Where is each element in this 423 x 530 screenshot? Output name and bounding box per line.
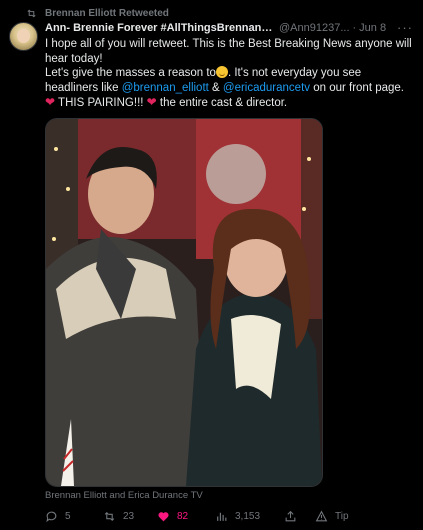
- tweet-text-segment: the entire cast & director.: [156, 97, 288, 109]
- views-chart-icon: [217, 512, 227, 521]
- photo-illustration: [46, 119, 322, 486]
- tweet-text-segment: Let's give the masses a reason to: [45, 67, 216, 79]
- tweet-text-line1: I hope all of you will retweet. This is …: [45, 38, 412, 65]
- reply-icon: [46, 511, 57, 523]
- separator-dot: ·: [352, 22, 357, 34]
- mention-link-brennan[interactable]: @brennan_elliott: [122, 82, 209, 94]
- tweet-text-segment: THIS PAIRING!!!: [55, 97, 147, 109]
- tip-label: Tip: [335, 511, 349, 522]
- retweet-row: Brennan Elliott Retweeted: [26, 6, 169, 20]
- mention-link-erica[interactable]: @ericadurancetv: [223, 82, 310, 94]
- smiling-face-emoji-icon: [215, 66, 228, 78]
- retweet-count: 23: [123, 511, 135, 522]
- views-count: 3,153: [235, 511, 261, 522]
- retweet-button[interactable]: 23: [103, 510, 134, 523]
- red-heart-emoji-icon: ❤: [146, 95, 157, 109]
- display-name[interactable]: Ann- Brennie Forever #AllThingsBrennanEl…: [45, 22, 275, 34]
- tweet-actions: 5 23 82 3,153 Tip: [45, 510, 415, 524]
- like-count: 82: [177, 511, 189, 522]
- media-caption: Brennan Elliott and Erica Durance TV: [45, 490, 203, 501]
- like-button[interactable]: 82: [157, 510, 188, 523]
- red-heart-emoji-icon: ❤: [45, 95, 56, 109]
- reply-count: 5: [65, 511, 71, 522]
- user-handle[interactable]: @Ann91237...: [279, 22, 350, 34]
- tip-icon: [315, 510, 328, 522]
- reply-button[interactable]: 5: [45, 510, 71, 523]
- more-icon[interactable]: ···: [397, 20, 413, 35]
- tip-button[interactable]: Tip: [315, 510, 349, 523]
- tweet-text-segment: on our front page.: [310, 81, 404, 94]
- tweet-text-segment: &: [208, 81, 223, 94]
- avatar[interactable]: [9, 22, 38, 51]
- retweet-icon: [27, 9, 36, 17]
- retweeted-by-label[interactable]: Brennan Elliott Retweeted: [45, 8, 169, 19]
- tweet-header: Ann- Brennie Forever #AllThingsBrennanEl…: [45, 20, 415, 35]
- tweet-photo[interactable]: [45, 118, 323, 487]
- retweet-icon: [104, 511, 115, 522]
- share-icon: [285, 510, 296, 522]
- share-button[interactable]: [284, 510, 297, 523]
- tweet-date[interactable]: Jun 8: [359, 22, 386, 34]
- views-button[interactable]: 3,153: [215, 510, 260, 523]
- heart-icon: [158, 512, 169, 522]
- tweet-text: I hope all of you will retweet. This is …: [45, 37, 415, 111]
